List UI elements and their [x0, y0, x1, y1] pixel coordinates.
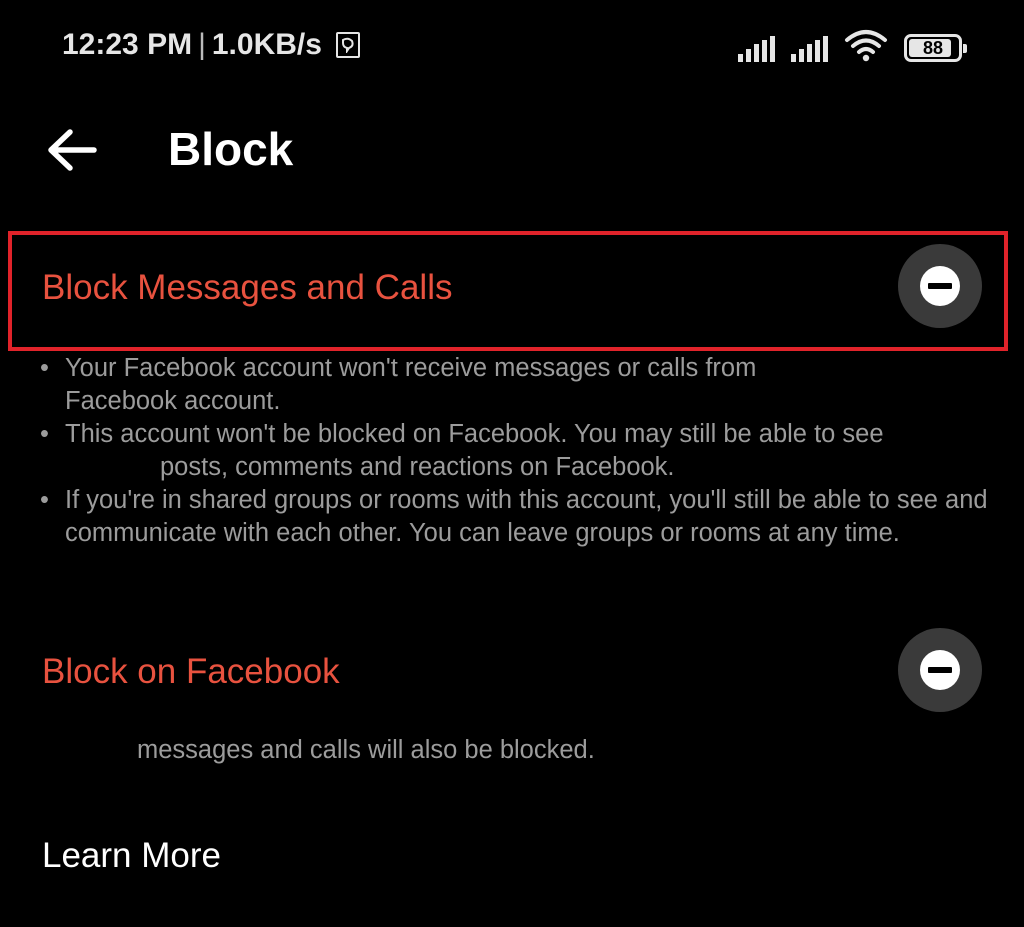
signal-icon [791, 36, 828, 62]
bullet-line: This account won't be blocked on Faceboo… [65, 420, 884, 448]
block-messages-and-calls-label: Block Messages and Calls [42, 268, 453, 307]
status-time: 12:23 PM [62, 28, 193, 61]
battery-icon: 88 [904, 34, 967, 62]
block-facebook-toggle[interactable] [898, 628, 982, 712]
bullet-line: Facebook account. [65, 387, 281, 415]
page-title: Block [168, 123, 294, 175]
minus-circle-icon [920, 266, 960, 306]
signal-icon [738, 36, 775, 62]
block-on-facebook-description: messages and calls will also be blocked. [137, 736, 595, 764]
list-item: Your Facebook account won't receive mess… [40, 352, 1000, 418]
block-messages-and-calls-row[interactable]: Block Messages and Calls [0, 230, 1024, 330]
network-speed: 1.0KB/s [211, 28, 322, 61]
block-on-facebook-label: Block on Facebook [42, 652, 340, 691]
status-left: 12:23 PM | 1.0KB/s [62, 28, 360, 62]
status-right: 88 [738, 30, 967, 62]
back-arrow-icon[interactable] [46, 128, 98, 172]
block-messages-toggle[interactable] [898, 244, 982, 328]
bullet-line: Your Facebook account won't receive mess… [65, 354, 757, 382]
status-bar: 12:23 PM | 1.0KB/s 88 [0, 0, 1024, 95]
bullet-line: posts, comments and reactions on Faceboo… [160, 453, 675, 481]
block-on-facebook-row[interactable]: Block on Facebook [0, 616, 1024, 716]
messenger-notification-icon [335, 32, 360, 58]
battery-level: 88 [922, 37, 944, 58]
block-details-list: Your Facebook account won't receive mess… [40, 352, 1000, 550]
learn-more-link[interactable]: Learn More [42, 836, 221, 876]
bullet-text: If you're in shared groups or rooms with… [65, 486, 988, 547]
wifi-icon [845, 30, 887, 62]
minus-circle-icon [920, 650, 960, 690]
list-item: This account won't be blocked on Faceboo… [40, 418, 1000, 484]
status-separator: | [198, 28, 206, 61]
list-item: If you're in shared groups or rooms with… [40, 484, 1000, 550]
